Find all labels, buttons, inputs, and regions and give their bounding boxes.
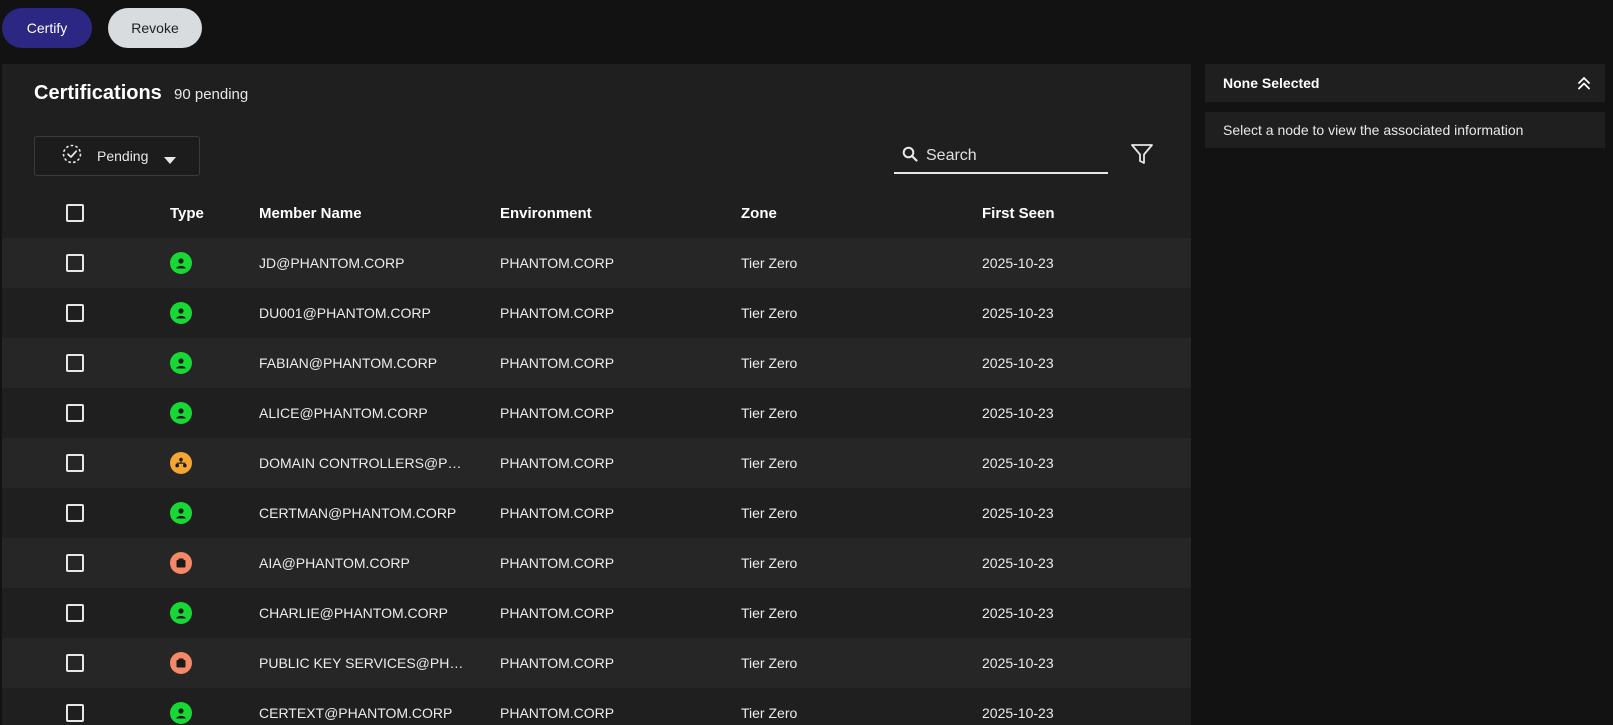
zone-cell: Tier Zero bbox=[741, 555, 798, 571]
row-checkbox[interactable] bbox=[66, 254, 84, 272]
member-name-cell: FABIAN@PHANTOM.CORP bbox=[259, 355, 438, 371]
column-header-zone[interactable]: Zone bbox=[741, 188, 777, 238]
row-checkbox[interactable] bbox=[66, 354, 84, 372]
certify-button[interactable]: Certify bbox=[2, 8, 92, 48]
member-name-cell: ALICE@PHANTOM.CORP bbox=[259, 405, 428, 421]
search-icon bbox=[902, 146, 918, 167]
zone-cell: Tier Zero bbox=[741, 255, 798, 271]
side-panel-title: None Selected bbox=[1223, 75, 1320, 91]
side-panel-header: None Selected bbox=[1205, 64, 1605, 102]
table-row[interactable]: JD@PHANTOM.CORP PHANTOM.CORP Tier Zero 2025… bbox=[2, 238, 1191, 288]
user-icon bbox=[170, 502, 192, 524]
column-header-environment[interactable]: Environment bbox=[500, 188, 592, 238]
filter-icon[interactable] bbox=[1130, 142, 1154, 171]
table-row[interactable]: CERTMAN@PHANTOM.CORP PHANTOM.CORP Tier Zer… bbox=[2, 488, 1191, 538]
environment-cell: PHANTOM.CORP bbox=[500, 305, 615, 321]
column-header-first-seen[interactable]: First Seen bbox=[982, 188, 1055, 238]
environment-cell: PHANTOM.CORP bbox=[500, 705, 615, 721]
zone-cell: Tier Zero bbox=[741, 655, 798, 671]
row-checkbox[interactable] bbox=[66, 704, 84, 722]
table-row[interactable]: DU001@PHANTOM.CORP PHANTOM.CORP Tier Zero 2… bbox=[2, 288, 1191, 338]
table-row[interactable]: DOMAIN CONTROLLERS@P… PHANTOM.CORP Tier Ze… bbox=[2, 438, 1191, 488]
table-body: JD@PHANTOM.CORP PHANTOM.CORP Tier Zero 2025… bbox=[2, 238, 1191, 725]
member-name-cell: CERTEXT@PHANTOM.CORP bbox=[259, 705, 453, 721]
environment-cell: PHANTOM.CORP bbox=[500, 555, 615, 571]
collapse-up-icon[interactable] bbox=[1577, 75, 1591, 94]
member-name-cell: PUBLIC KEY SERVICES@PH… bbox=[259, 655, 464, 671]
zone-cell: Tier Zero bbox=[741, 405, 798, 421]
user-icon bbox=[170, 402, 192, 424]
status-filter-label: Pending bbox=[97, 148, 149, 164]
zone-cell: Tier Zero bbox=[741, 605, 798, 621]
environment-cell: PHANTOM.CORP bbox=[500, 255, 615, 271]
page-title: Certifications bbox=[34, 82, 162, 104]
top-toolbar: Certify Revoke bbox=[0, 0, 1613, 62]
first-seen-cell: 2025-10-23 bbox=[982, 355, 1054, 371]
environment-cell: PHANTOM.CORP bbox=[500, 655, 615, 671]
member-name-cell: CHARLIE@PHANTOM.CORP bbox=[259, 605, 448, 621]
user-icon bbox=[170, 702, 192, 724]
search-box bbox=[894, 140, 1108, 174]
user-icon bbox=[170, 252, 192, 274]
zone-cell: Tier Zero bbox=[741, 355, 798, 371]
environment-cell: PHANTOM.CORP bbox=[500, 405, 615, 421]
member-name-cell: JD@PHANTOM.CORP bbox=[259, 255, 405, 271]
row-checkbox[interactable] bbox=[66, 404, 84, 422]
table-row[interactable]: AIA@PHANTOM.CORP PHANTOM.CORP Tier Zero 202… bbox=[2, 538, 1191, 588]
certifications-panel: Certifications 90 pending Pending Search… bbox=[2, 64, 1191, 725]
certifications-table: Type Member Name Environment Zone First … bbox=[2, 188, 1191, 725]
row-checkbox[interactable] bbox=[66, 504, 84, 522]
side-panel-message: Select a node to view the associated inf… bbox=[1205, 112, 1605, 148]
pending-count: 90 pending bbox=[174, 86, 249, 103]
group-icon bbox=[170, 452, 192, 474]
select-all-checkbox[interactable] bbox=[66, 204, 84, 222]
member-name-cell: AIA@PHANTOM.CORP bbox=[259, 555, 410, 571]
first-seen-cell: 2025-10-23 bbox=[982, 505, 1054, 521]
table-row[interactable]: CHARLIE@PHANTOM.CORP PHANTOM.CORP Tier Zer… bbox=[2, 588, 1191, 638]
environment-cell: PHANTOM.CORP bbox=[500, 505, 615, 521]
first-seen-cell: 2025-10-23 bbox=[982, 255, 1054, 271]
details-side-panel: None Selected Select a node to view the … bbox=[1205, 64, 1605, 148]
environment-cell: PHANTOM.CORP bbox=[500, 355, 615, 371]
search-input[interactable] bbox=[926, 147, 1096, 165]
first-seen-cell: 2025-10-23 bbox=[982, 705, 1054, 721]
zone-cell: Tier Zero bbox=[741, 505, 798, 521]
table-row[interactable]: ALICE@PHANTOM.CORP PHANTOM.CORP Tier Zero 2… bbox=[2, 388, 1191, 438]
status-filter-dropdown[interactable]: Pending bbox=[34, 136, 200, 176]
container-icon bbox=[170, 652, 192, 674]
column-header-type[interactable]: Type bbox=[170, 188, 204, 238]
user-icon bbox=[170, 602, 192, 624]
table-row[interactable]: FABIAN@PHANTOM.CORP PHANTOM.CORP Tier Zero… bbox=[2, 338, 1191, 388]
member-name-cell: DU001@PHANTOM.CORP bbox=[259, 305, 431, 321]
first-seen-cell: 2025-10-23 bbox=[982, 455, 1054, 471]
environment-cell: PHANTOM.CORP bbox=[500, 605, 615, 621]
environment-cell: PHANTOM.CORP bbox=[500, 455, 615, 471]
first-seen-cell: 2025-10-23 bbox=[982, 655, 1054, 671]
first-seen-cell: 2025-10-23 bbox=[982, 405, 1054, 421]
user-icon bbox=[170, 352, 192, 374]
row-checkbox[interactable] bbox=[66, 604, 84, 622]
column-header-member-name[interactable]: Member Name bbox=[259, 188, 362, 238]
first-seen-cell: 2025-10-23 bbox=[982, 555, 1054, 571]
zone-cell: Tier Zero bbox=[741, 455, 798, 471]
first-seen-cell: 2025-10-23 bbox=[982, 305, 1054, 321]
table-header: Type Member Name Environment Zone First … bbox=[2, 188, 1191, 238]
container-icon bbox=[170, 552, 192, 574]
table-row[interactable]: CERTEXT@PHANTOM.CORP PHANTOM.CORP Tier Zer… bbox=[2, 688, 1191, 725]
table-row[interactable]: PUBLIC KEY SERVICES@PH… PHANTOM.CORP Tier … bbox=[2, 638, 1191, 688]
member-name-cell: CERTMAN@PHANTOM.CORP bbox=[259, 505, 457, 521]
row-checkbox[interactable] bbox=[66, 554, 84, 572]
member-name-cell: DOMAIN CONTROLLERS@P… bbox=[259, 455, 462, 471]
caret-down-icon bbox=[163, 152, 177, 170]
zone-cell: Tier Zero bbox=[741, 305, 798, 321]
revoke-button[interactable]: Revoke bbox=[108, 8, 202, 48]
pending-status-icon bbox=[61, 143, 83, 170]
row-checkbox[interactable] bbox=[66, 654, 84, 672]
zone-cell: Tier Zero bbox=[741, 705, 798, 721]
row-checkbox[interactable] bbox=[66, 304, 84, 322]
user-icon bbox=[170, 302, 192, 324]
row-checkbox[interactable] bbox=[66, 454, 84, 472]
first-seen-cell: 2025-10-23 bbox=[982, 605, 1054, 621]
